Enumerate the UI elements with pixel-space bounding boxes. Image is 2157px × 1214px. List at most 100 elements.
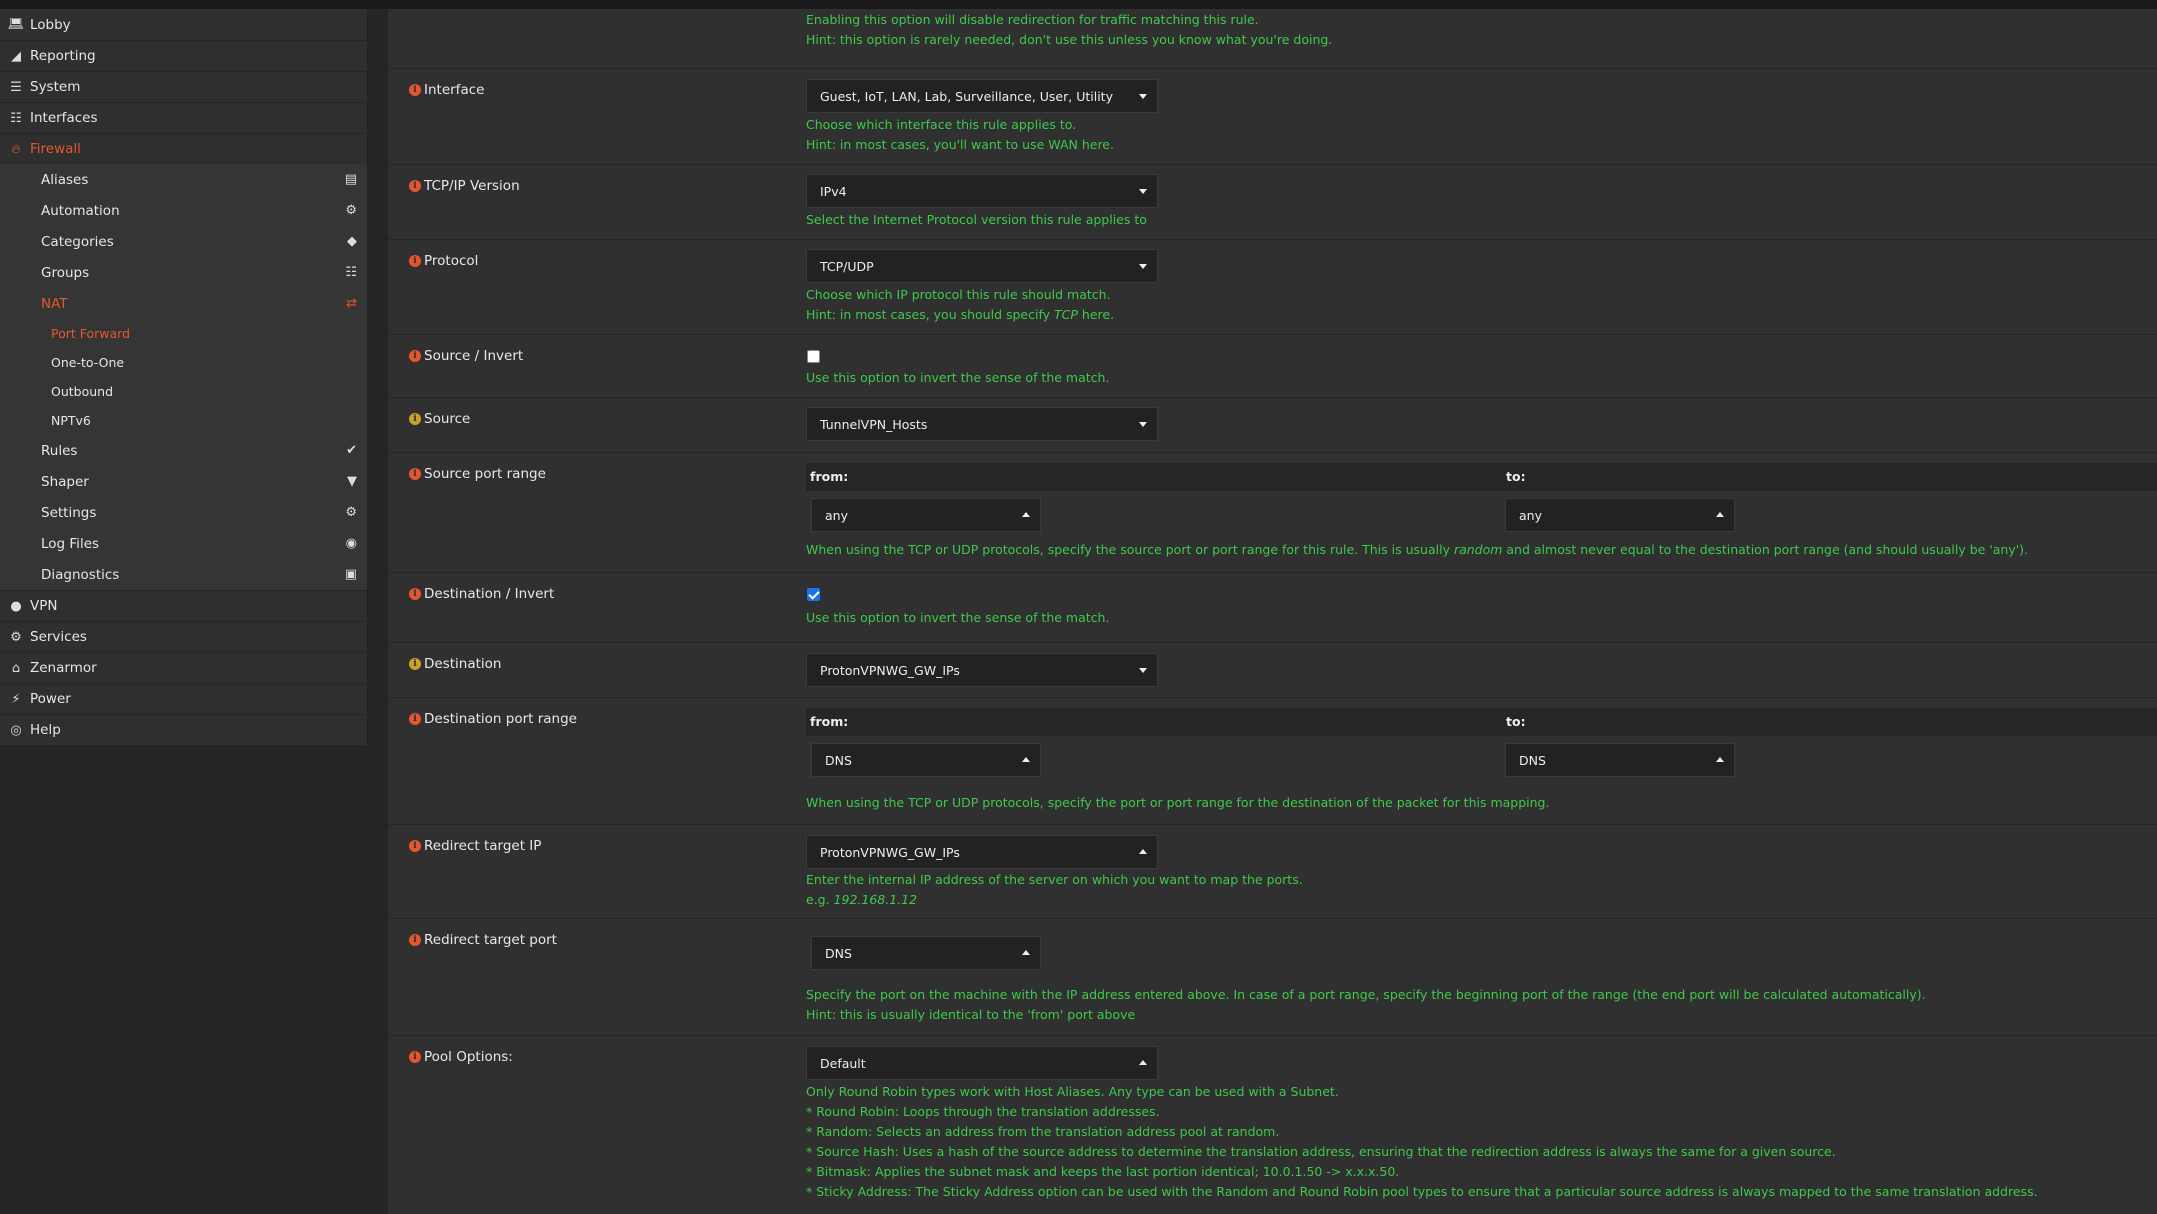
interface-label: i Interface bbox=[409, 82, 484, 98]
pool-hint-1: * Round Robin: Loops through the transla… bbox=[806, 1104, 1160, 1119]
info-icon[interactable]: i bbox=[409, 180, 421, 192]
caret-up-icon bbox=[1022, 950, 1030, 955]
destination-row: i Destination ProtonVPNWG_GW_IPs bbox=[388, 643, 2157, 698]
sidebar-item-vpn[interactable]: ● VPN bbox=[0, 590, 367, 621]
sidebar-item-log-files[interactable]: Log Files ◉ bbox=[0, 528, 367, 559]
sidebar-item-aliases[interactable]: Aliases ▤ bbox=[0, 164, 367, 195]
sidebar-item-settings[interactable]: Settings ⚙ bbox=[0, 497, 367, 528]
check-icon: ✔ bbox=[346, 443, 357, 458]
interface-select[interactable]: Guest, IoT, LAN, Lab, Surveillance, User… bbox=[806, 79, 1158, 113]
source-port-label: i Source port range bbox=[409, 466, 546, 482]
info-icon[interactable]: i bbox=[409, 588, 421, 600]
source-select[interactable]: TunnelVPN_Hosts bbox=[806, 407, 1158, 441]
exchange-icon: ⇄ bbox=[346, 296, 357, 311]
caret-up-icon bbox=[1716, 757, 1724, 762]
pool-hint-4: * Bitmask: Applies the subnet mask and k… bbox=[806, 1164, 1400, 1179]
redirect-ip-label: i Redirect target IP bbox=[409, 838, 541, 854]
pool-hint-2: * Random: Selects an address from the tr… bbox=[806, 1124, 1280, 1139]
sidebar-item-diagnostics[interactable]: Diagnostics ▣ bbox=[0, 559, 367, 590]
info-icon[interactable]: i bbox=[409, 84, 421, 96]
pool-options-row: i Pool Options: Default Only Round Robin… bbox=[388, 1036, 2157, 1214]
caret-down-icon bbox=[1139, 422, 1147, 427]
sidebar-item-groups[interactable]: Groups ☷ bbox=[0, 257, 367, 288]
sidebar-item-help[interactable]: ◎ Help bbox=[0, 714, 367, 745]
source-port-from-select[interactable]: any bbox=[811, 498, 1041, 532]
info-icon[interactable]: i bbox=[409, 350, 421, 362]
destination-select[interactable]: ProtonVPNWG_GW_IPs bbox=[806, 653, 1158, 687]
dest-port-to-select[interactable]: DNS bbox=[1505, 743, 1735, 777]
sidebar-item-outbound[interactable]: Outbound bbox=[0, 377, 367, 406]
protocol-hint-2: Hint: in most cases, you should specify … bbox=[806, 307, 1115, 322]
dest-port-from-select[interactable]: DNS bbox=[811, 743, 1041, 777]
caret-down-icon bbox=[1139, 264, 1147, 269]
sidebar-item-firewall[interactable]: 🔥︎ Firewall bbox=[0, 133, 367, 164]
caret-up-icon bbox=[1022, 757, 1030, 762]
source-invert-checkbox[interactable] bbox=[807, 350, 820, 363]
medkit-icon: ▣ bbox=[344, 567, 357, 582]
info-icon[interactable]: i bbox=[409, 255, 421, 267]
sidebar-item-categories[interactable]: Categories ◆ bbox=[0, 226, 367, 257]
source-invert-row: i Source / Invert Use this option to inv… bbox=[388, 335, 2157, 398]
redirect-port-select[interactable]: DNS bbox=[811, 936, 1041, 970]
info-icon[interactable]: i bbox=[409, 840, 421, 852]
sidebar-item-nat[interactable]: NAT ⇄ bbox=[0, 288, 367, 319]
info-icon[interactable]: i bbox=[409, 934, 421, 946]
redirect-ip-hint-1: Enter the internal IP address of the ser… bbox=[806, 872, 1303, 887]
port-forward-form: Enabling this option will disable redire… bbox=[388, 9, 2157, 1214]
dest-port-hint: When using the TCP or UDP protocols, spe… bbox=[806, 795, 1550, 810]
fire-icon: 🔥︎ bbox=[11, 141, 21, 157]
redirect-ip-row: i Redirect target IP ProtonVPNWG_GW_IPs … bbox=[388, 825, 2157, 919]
info-icon[interactable]: i bbox=[409, 1051, 421, 1063]
dest-port-header: from: to: bbox=[806, 708, 2157, 736]
dest-invert-label: i Destination / Invert bbox=[409, 586, 554, 602]
sidebar-item-shaper[interactable]: Shaper ▼ bbox=[0, 466, 367, 497]
sidebar-item-interfaces[interactable]: ☷ Interfaces bbox=[0, 102, 367, 133]
zenarmor-icon: ⌂ bbox=[11, 660, 21, 676]
dest-invert-row: i Destination / Invert Use this option t… bbox=[388, 573, 2157, 643]
list-icon: ▤ bbox=[344, 172, 357, 187]
source-port-header: from: to: bbox=[806, 463, 2157, 491]
info-icon[interactable]: i bbox=[409, 713, 421, 725]
sidebar-item-nptv6[interactable]: NPTv6 bbox=[0, 406, 367, 435]
sidebar-item-port-forward[interactable]: Port Forward bbox=[0, 319, 367, 348]
dest-invert-hint: Use this option to invert the sense of t… bbox=[806, 610, 1110, 625]
caret-up-icon bbox=[1139, 849, 1147, 854]
protocol-select[interactable]: TCP/UDP bbox=[806, 249, 1158, 283]
pool-options-select[interactable]: Default bbox=[806, 1046, 1158, 1080]
info-icon[interactable]: i bbox=[409, 658, 421, 670]
to-label: to: bbox=[1506, 714, 1526, 729]
interface-hint-1: Choose which interface this rule applies… bbox=[806, 117, 1077, 132]
redirect-ip-select[interactable]: ProtonVPNWG_GW_IPs bbox=[806, 835, 1158, 869]
cogs-icon: ⚙ bbox=[345, 505, 357, 520]
pool-hint-3: * Source Hash: Uses a hash of the source… bbox=[806, 1144, 1836, 1159]
caret-up-icon bbox=[1022, 512, 1030, 517]
sidebar-item-zenarmor[interactable]: ⌂ Zenarmor bbox=[0, 652, 367, 683]
sidebar-item-power[interactable]: ⚡︎ Power bbox=[0, 683, 367, 714]
pool-options-label: i Pool Options: bbox=[409, 1049, 513, 1065]
source-invert-hint: Use this option to invert the sense of t… bbox=[806, 370, 1110, 385]
caret-down-icon bbox=[1139, 94, 1147, 99]
from-label: from: bbox=[810, 714, 849, 729]
cog-icon: ⚙ bbox=[10, 629, 22, 645]
source-port-to-select[interactable]: any bbox=[1505, 498, 1735, 532]
top-bar bbox=[0, 0, 2157, 9]
sidebar-item-automation[interactable]: Automation ⚙ bbox=[0, 195, 367, 226]
redirect-port-hint-1: Specify the port on the machine with the… bbox=[806, 987, 1926, 1002]
sidebar-item-rules[interactable]: Rules ✔ bbox=[0, 435, 367, 466]
sidebar-item-lobby[interactable]: 💻︎ Lobby bbox=[0, 9, 367, 40]
sidebar-item-system[interactable]: ☰ System bbox=[0, 71, 367, 102]
sidebar-item-services[interactable]: ⚙ Services bbox=[0, 621, 367, 652]
content-gutter bbox=[368, 9, 388, 1214]
sidebar: 💻︎ Lobby ◢ Reporting ☰ System ☷ Interfac… bbox=[0, 9, 368, 745]
info-icon[interactable]: i bbox=[409, 468, 421, 480]
source-port-row: i Source port range from: to: any any Wh… bbox=[388, 453, 2157, 573]
no-rdr-row: Enabling this option will disable redire… bbox=[388, 9, 2157, 69]
dest-invert-checkbox[interactable] bbox=[807, 588, 820, 601]
tags-icon: ◆ bbox=[347, 234, 357, 249]
protocol-row: i Protocol TCP/UDP Choose which IP proto… bbox=[388, 240, 2157, 335]
ipversion-label: i TCP/IP Version bbox=[409, 178, 520, 194]
info-icon[interactable]: i bbox=[409, 413, 421, 425]
sidebar-item-one-to-one[interactable]: One-to-One bbox=[0, 348, 367, 377]
ipversion-select[interactable]: IPv4 bbox=[806, 174, 1158, 208]
sidebar-item-reporting[interactable]: ◢ Reporting bbox=[0, 40, 367, 71]
